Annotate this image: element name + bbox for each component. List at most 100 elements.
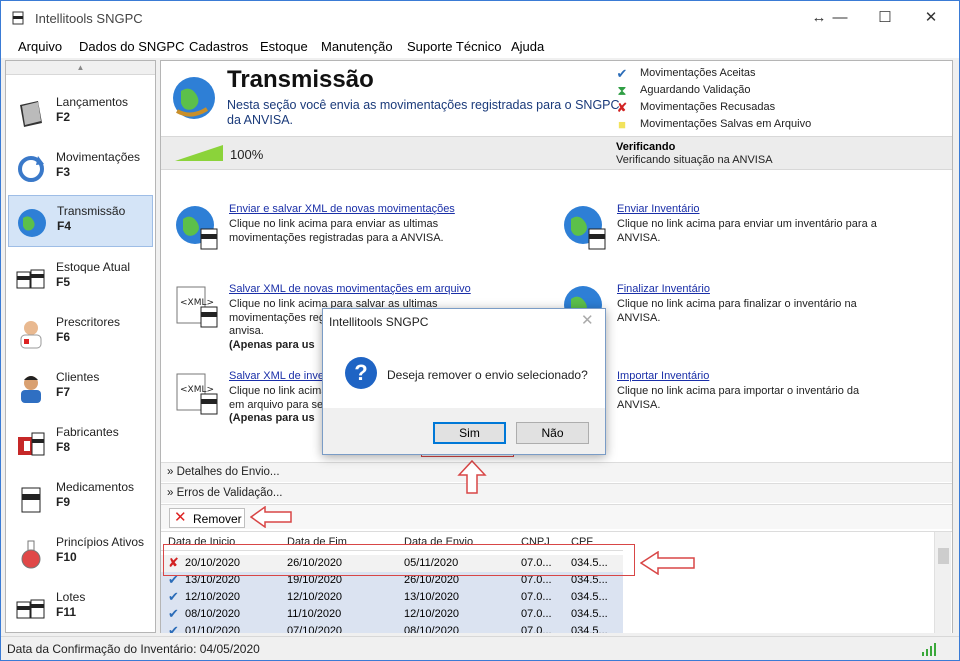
sidebar-item-lotes[interactable]: Lotes F11 [8,582,153,632]
inventory-confirmation-date: Data da Confirmação do Inventário: 04/05… [7,642,260,656]
sidebar-item-fabricantes[interactable]: Fabricantes F8 [8,417,153,469]
checkmark-icon: ✔ [168,623,179,633]
status-subtitle: Verificando situação na ANVISA [616,154,773,166]
cell-end: 07/10/2020 [287,625,343,633]
book-icon [20,101,42,127]
annotation-arrow-left [250,506,292,528]
scrollbar-thumb[interactable] [938,548,949,564]
sidebar-scroll-up-button[interactable]: ▲ [6,61,155,75]
menu-estoque[interactable]: Estoque [260,39,308,54]
minimize-button[interactable]: — [825,7,855,29]
window-title: Intellitools SNGPC [35,11,143,26]
sidebar-item-label: Prescritores [56,315,121,329]
send-inventory-desc: Clique no link acima para enviar um inve… [617,218,877,244]
sidebar-item-label: Lançamentos [56,95,129,109]
table-row[interactable]: ✔ 12/10/2020 12/10/2020 13/10/2020 07.0.… [161,589,623,606]
sidebar-item-label: Princípios Ativos [56,535,145,549]
cell-end: 12/10/2020 [287,591,343,603]
send-new-link[interactable]: Enviar e salvar XML de novas movimentaçõ… [229,203,455,215]
cell-start: 12/10/2020 [185,591,241,603]
yes-button[interactable]: Sim [433,422,506,444]
import-inventory-desc: Clique no link acima para importar o inv… [617,385,860,411]
menu-arquivo[interactable]: Arquivo [18,39,62,54]
menu-suporte-tecnico[interactable]: Suporte Técnico [407,39,501,54]
annotation-box [163,544,635,576]
table-row[interactable]: ✔ 08/10/2020 11/10/2020 12/10/2020 07.0.… [161,606,623,623]
status-title: Verificando [616,141,676,153]
save-new-link[interactable]: Salvar XML de novas movimentações em arq… [229,283,471,295]
annotation-arrow-left [640,551,695,575]
cell-cnpj: 07.0... [521,608,552,620]
action-import-inventory: Importar Inventário Clique no link acima… [561,370,921,440]
menu-ajuda[interactable]: Ajuda [511,39,544,54]
globe-send-icon [564,206,606,250]
cell-cpf: 034.5... [571,608,608,620]
menu-cadastros[interactable]: Cadastros [189,39,248,54]
sidebar-item-key: F3 [56,165,71,179]
sidebar-item-label: Movimentações [56,150,141,164]
sidebar-item-label: Transmissão [57,204,126,218]
globe-icon [173,77,215,119]
save-inventory-link[interactable]: Salvar XML de inven [229,370,330,382]
sidebar-item-medicamentos[interactable]: Medicamentos F9 [8,472,153,524]
progress-band: 100% Verificando Verificando situação na… [161,136,952,170]
sidebar-item-key: F9 [56,495,71,509]
globe-icon [18,209,46,237]
remove-button-label: Remover [193,512,242,526]
details-section-label: » Detalhes do Envio... [167,466,280,478]
sidebar-item-transmissao[interactable]: Transmissão F4 [8,195,153,247]
menu-manutencao[interactable]: Manutenção [321,39,393,54]
sidebar-item-prescritores[interactable]: Prescritores F6 [8,307,153,359]
cell-sent: 13/10/2020 [404,591,460,603]
action-send-inventory: Enviar Inventário Clique no link acima p… [561,203,921,273]
doctor-icon [20,321,42,349]
close-button[interactable]: ✕ [916,7,946,29]
grid-scrollbar[interactable] [934,532,951,633]
app-window: Intellitools SNGPC ↔ — ☐ ✕ Arquivo Dados… [0,0,960,661]
legend-label: Movimentações Salvas em Arquivo [640,118,812,130]
sidebar-item-label: Medicamentos [56,480,135,494]
cell-start: 01/10/2020 [185,625,241,633]
sidebar-item-lancamentos[interactable]: Lançamentos F2 [8,87,153,139]
sidebar-item-principios-ativos[interactable]: Princípios Ativos F10 [8,527,153,579]
sidebar-item-movimentacoes[interactable]: Movimentações F3 [8,142,153,194]
dialog-message: Deseja remover o envio selecionado? [387,368,588,382]
table-row[interactable]: ✔ 01/10/2020 07/10/2020 08/10/2020 07.0.… [161,623,623,633]
sidebar-item-key: F6 [56,330,71,344]
send-inventory-link[interactable]: Enviar Inventário [617,203,700,215]
sidebar-item-label: Fabricantes [56,425,119,439]
progress-indicator [175,145,223,161]
legend-label: Movimentações Aceitas [640,67,756,79]
person-icon [21,376,41,403]
sidebar-item-clientes[interactable]: Clientes F7 [8,362,153,414]
sidebar-item-label: Estoque Atual [56,260,131,274]
errors-section-label: » Erros de Validação... [167,487,283,499]
title-bar: Intellitools SNGPC ↔ — ☐ ✕ [1,1,959,35]
close-icon[interactable]: ✕ [581,311,594,329]
xml-file-icon: <XML> [176,373,218,415]
maximize-button[interactable]: ☐ [870,7,900,29]
save-new-note: (Apenas para us [229,339,315,351]
cell-sent: 08/10/2020 [404,625,460,633]
sidebar-item-key: F10 [56,550,77,564]
no-button[interactable]: Não [516,422,589,444]
menu-dados-sngpc[interactable]: Dados do SNGPC [79,39,185,54]
annotation-arrow-up [457,459,487,494]
sidebar-item-estoque-atual[interactable]: Estoque Atual F5 [8,252,153,304]
errors-section-toggle[interactable]: » Erros de Validação... [161,483,952,503]
sidebar-item-key: F8 [56,440,71,454]
checkmark-icon: ✔ [168,589,179,604]
remove-button[interactable]: ✕ Remover [169,508,245,528]
details-section-toggle[interactable]: » Detalhes do Envio... [161,462,952,482]
progress-percent: 100% [230,147,264,162]
cell-sent: 12/10/2020 [404,608,460,620]
sidebar-item-key: F5 [56,275,71,289]
action-finish-inventory: Finalizar Inventário Clique no link acim… [561,283,921,353]
cross-icon: ✕ [174,509,187,526]
signal-icon [922,643,936,656]
dialog-title: Intellitools SNGPC [329,315,429,329]
page-title: Transmissão [227,66,374,93]
import-inventory-link[interactable]: Importar Inventário [617,370,709,382]
page-description: Nesta seção você envia as movimentações … [227,98,620,127]
finish-inventory-link[interactable]: Finalizar Inventário [617,283,710,295]
